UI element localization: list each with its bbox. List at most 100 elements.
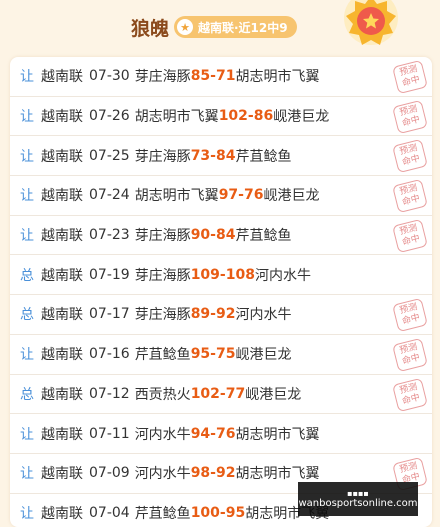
away-score: 86 — [253, 108, 274, 125]
row-date: 07-16 — [89, 346, 130, 363]
row-tag: 让 — [20, 188, 34, 205]
row-date: 07-23 — [89, 227, 130, 244]
away-score: 76 — [215, 425, 236, 442]
away-team: 胡志明市飞翼 — [235, 69, 320, 86]
away-score: 95 — [225, 504, 246, 521]
away-score: 108 — [225, 266, 255, 283]
list-item[interactable]: 让越南联 07-16 芹苴鲶鱼 95 - 75 岘港巨龙 预测 命中 — [10, 335, 432, 375]
row-tag: 总 — [20, 386, 34, 403]
row-tag: 总 — [20, 307, 34, 324]
record-badge: ★ 越南联·近12中9 — [174, 16, 297, 38]
away-team: 岘港巨龙 — [263, 188, 320, 205]
watermark: ▪▪▪▪ wanbosportsonline.com — [298, 482, 418, 516]
row-league: 越南联 — [41, 267, 83, 284]
row-tag: 让 — [20, 228, 34, 245]
home-team: 胡志明市飞翼 — [134, 188, 219, 205]
row-date: 07-12 — [89, 385, 130, 402]
row-date: 07-19 — [89, 266, 130, 283]
row-date: 07-26 — [89, 108, 130, 125]
home-team: 西贡热火 — [134, 386, 191, 403]
home-score: 98 — [190, 465, 211, 482]
home-team: 河内水牛 — [134, 426, 191, 443]
header: 狼魄 ★ 越南联·近12中9 — [0, 0, 440, 56]
home-score: 73 — [190, 147, 211, 164]
list-item[interactable]: 让越南联 07-30 芽庄海豚 85 - 71 胡志明市飞翼 预测 命中 — [10, 57, 432, 97]
list-item[interactable]: 总越南联 07-12 西贡热火 102 - 77 岘港巨龙 预测 命中 — [10, 375, 432, 415]
row-league: 越南联 — [41, 386, 83, 403]
away-score: 92 — [215, 465, 236, 482]
list-item[interactable]: 总越南联 07-19 芽庄海豚 109 - 108 河内水牛 — [10, 255, 432, 296]
list-item[interactable]: 总越南联 07-17 芽庄海豚 89 - 92 河内水牛 预测 命中 — [10, 295, 432, 335]
away-team: 胡志明市飞翼 — [235, 466, 320, 483]
list-item[interactable]: 让越南联 07-11 河内水牛 94 - 76 胡志明市飞翼 — [10, 414, 432, 454]
medal-icon — [344, 0, 398, 45]
home-score: 94 — [190, 425, 211, 442]
home-team: 胡志明市飞翼 — [134, 109, 219, 126]
home-score: 100 — [190, 504, 220, 521]
row-date: 07-30 — [89, 68, 130, 85]
away-team: 岘港巨龙 — [273, 109, 330, 126]
away-score: 76 — [243, 187, 264, 204]
home-score: 90 — [190, 227, 211, 244]
row-tag: 让 — [20, 347, 34, 364]
away-team: 芹苴鲶鱼 — [235, 148, 292, 165]
hit-stamp: 预测 命中 — [392, 337, 428, 373]
row-date: 07-04 — [89, 504, 130, 521]
row-tag: 让 — [20, 426, 34, 443]
row-league: 越南联 — [41, 505, 83, 522]
away-score: 75 — [215, 346, 236, 363]
row-date: 07-09 — [89, 465, 130, 482]
row-league: 越南联 — [41, 69, 83, 86]
row-tag: 总 — [20, 267, 34, 284]
row-tag: 让 — [20, 148, 34, 165]
hit-stamp: 预测 命中 — [392, 178, 428, 214]
row-league: 越南联 — [41, 307, 83, 324]
hit-stamp: 预测 命中 — [392, 297, 428, 333]
row-tag: 让 — [20, 69, 34, 86]
home-score: 102 — [218, 108, 248, 125]
hit-stamp: 预测 命中 — [392, 59, 428, 95]
row-league: 越南联 — [41, 188, 83, 205]
home-team: 芽庄海豚 — [134, 148, 191, 165]
hit-stamp: 预测 命中 — [392, 218, 428, 253]
row-league: 越南联 — [41, 228, 83, 245]
home-team: 河内水牛 — [134, 466, 191, 483]
hit-stamp: 预测 命中 — [392, 139, 428, 174]
home-score: 95 — [190, 346, 211, 363]
list-item[interactable]: 让越南联 07-25 芽庄海豚 73 - 84 芹苴鲶鱼 预测 命中 — [10, 136, 432, 177]
home-team: 芹苴鲶鱼 — [134, 505, 191, 522]
watermark-top: ▪▪▪▪ — [347, 489, 369, 498]
row-date: 07-11 — [89, 425, 130, 442]
row-league: 越南联 — [41, 109, 83, 126]
row-tag: 让 — [20, 466, 34, 483]
record-badge-text: 越南联·近12中9 — [198, 20, 288, 35]
home-score: 85 — [190, 68, 211, 85]
home-score: 97 — [218, 187, 239, 204]
hit-stamp: 预测 命中 — [392, 99, 428, 134]
away-team: 岘港巨龙 — [245, 386, 302, 403]
list-item[interactable]: 让越南联 07-26 胡志明市飞翼 102 - 86 岘港巨龙 预测 命中 — [10, 97, 432, 137]
away-team: 岘港巨龙 — [235, 347, 292, 364]
row-league: 越南联 — [41, 466, 83, 483]
list-item[interactable]: 让越南联 07-23 芽庄海豚 90 - 84 芹苴鲶鱼 预测 命中 — [10, 216, 432, 256]
away-team: 河内水牛 — [235, 307, 292, 324]
home-team: 芽庄海豚 — [134, 307, 191, 324]
away-score: 77 — [225, 385, 246, 402]
row-league: 越南联 — [41, 426, 83, 443]
home-team: 芹苴鲶鱼 — [134, 347, 191, 364]
star-icon: ★ — [177, 19, 193, 35]
away-score: 71 — [215, 68, 236, 85]
row-league: 越南联 — [41, 148, 83, 165]
away-score: 84 — [215, 147, 236, 164]
home-score: 102 — [190, 385, 220, 402]
row-tag: 让 — [20, 505, 34, 522]
home-team: 芽庄海豚 — [134, 267, 191, 284]
list-item[interactable]: 让越南联 07-24 胡志明市飞翼 97 - 76 岘港巨龙 预测 命中 — [10, 176, 432, 216]
row-tag: 让 — [20, 109, 34, 126]
home-score: 109 — [190, 266, 220, 283]
prediction-list: 让越南联 07-30 芽庄海豚 85 - 71 胡志明市飞翼 预测 命中让越南联 07-26 胡… — [10, 57, 432, 527]
watermark-text: wanbosportsonline.com — [298, 498, 418, 509]
away-team: 胡志明市飞翼 — [235, 426, 320, 443]
row-league: 越南联 — [41, 347, 83, 364]
expert-name: 狼魄 — [131, 18, 170, 40]
